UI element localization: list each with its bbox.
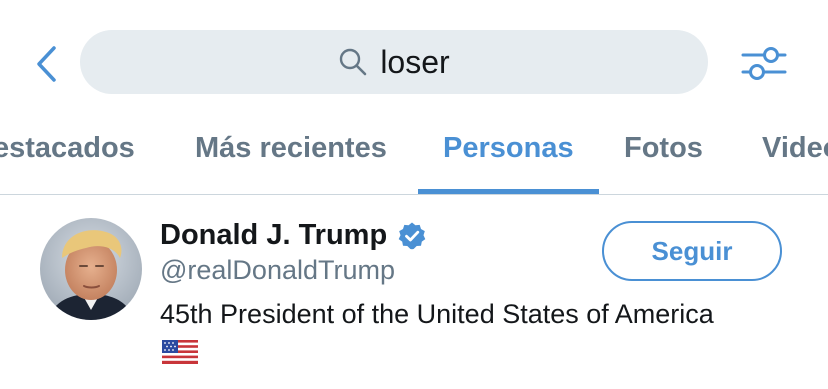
chevron-left-icon — [37, 46, 56, 82]
user-handle: @realDonaldTrump — [160, 255, 395, 285]
tab-videos[interactable]: Videos — [762, 132, 828, 165]
user-result-row[interactable]: Donald J. Trump @realDonaldTrump 45th Pr… — [0, 195, 828, 389]
back-button[interactable] — [24, 38, 68, 90]
verified-badge-icon — [397, 221, 427, 251]
us-flag-icon — [162, 336, 198, 364]
filter-sliders-icon — [741, 47, 787, 80]
search-query-text: loser — [380, 44, 450, 80]
tab-destacados[interactable]: Destacados — [0, 132, 135, 165]
tab-fotos[interactable]: Fotos — [624, 132, 703, 165]
display-name[interactable]: Donald J. Trump — [160, 219, 387, 252]
avatar[interactable] — [40, 218, 142, 320]
search-input-content: loser — [338, 44, 450, 80]
user-bio: 45th President of the United States of A… — [160, 295, 720, 371]
tab-personas[interactable]: Personas — [443, 132, 574, 165]
search-results-screen: loser Destacados Más recientes Personas … — [0, 0, 828, 389]
search-icon — [338, 47, 368, 77]
active-tab-indicator — [418, 189, 599, 194]
search-tabs: Destacados Más recientes Personas Fotos … — [0, 118, 828, 195]
search-input[interactable]: loser — [80, 30, 708, 94]
tab-mas-recientes[interactable]: Más recientes — [195, 132, 387, 165]
filter-button[interactable] — [738, 40, 790, 86]
name-row: Donald J. Trump — [160, 219, 427, 252]
follow-button[interactable]: Seguir — [602, 221, 782, 281]
user-bio-text: 45th President of the United States of A… — [160, 299, 714, 329]
